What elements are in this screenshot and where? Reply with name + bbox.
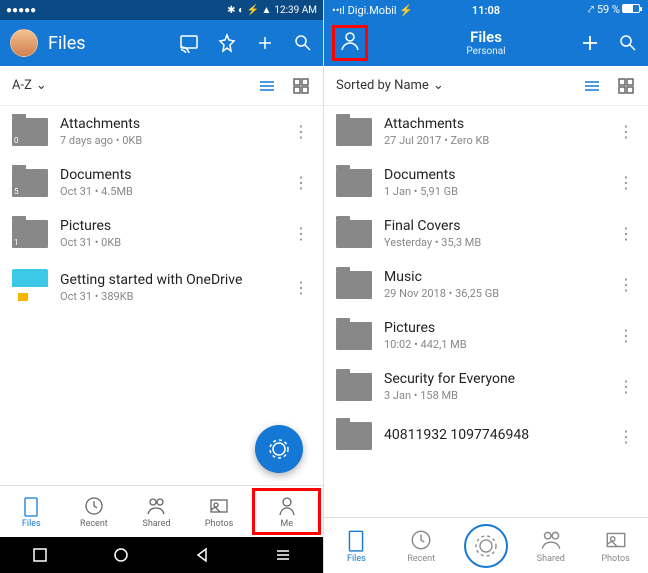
list-item[interactable]: Documents 1 Jan • 5,91 GB ⋮ <box>324 157 648 208</box>
item-name: Final Covers <box>384 218 604 234</box>
item-meta: 10:02 • 442,1 MB <box>384 338 604 351</box>
folder-icon <box>336 118 372 146</box>
list-item[interactable]: Final Covers Yesterday • 35,3 MB ⋮ <box>324 208 648 259</box>
tab-shared[interactable]: Shared <box>518 528 583 564</box>
list-item[interactable]: Pictures 10:02 • 442,1 MB ⋮ <box>324 310 648 361</box>
grid-view-icon[interactable] <box>616 76 636 96</box>
more-icon[interactable]: ⋮ <box>616 377 636 396</box>
scan-fab[interactable] <box>255 425 303 473</box>
item-meta: 7 days ago • 0KB <box>60 134 279 147</box>
app-header: Files Personal <box>324 20 648 66</box>
tab-recent[interactable]: Recent <box>389 528 454 564</box>
android-nav-bar <box>0 537 323 573</box>
item-name: Attachments <box>384 116 604 132</box>
folder-icon: 5 <box>12 169 48 197</box>
folder-icon: 0 <box>12 118 48 146</box>
android-status-bar: ●●●●● ✱ ◐ ⚡ ▲ 12:39 AM <box>0 0 323 20</box>
chevron-down-icon: ⌄ <box>36 78 47 93</box>
list-item[interactable]: Getting started with OneDrive Oct 31 • 38… <box>0 259 323 315</box>
item-name: Security for Everyone <box>384 371 604 387</box>
sort-button[interactable]: A-Z ⌄ <box>12 78 47 93</box>
list-view-icon[interactable] <box>582 76 602 96</box>
more-icon[interactable]: ⋮ <box>616 275 636 294</box>
item-meta: Oct 31 • 4.5MB <box>60 185 279 198</box>
item-meta: 3 Jan • 158 MB <box>384 389 604 402</box>
tab-photos[interactable]: Photos <box>583 528 648 564</box>
list-item[interactable]: 5 Documents Oct 31 • 4.5MB ⋮ <box>0 157 323 208</box>
item-name: Attachments <box>60 116 279 132</box>
item-name: Getting started with OneDrive <box>60 272 279 288</box>
tab-bar: FilesRecent SharedPhotos <box>324 517 648 573</box>
premium-icon[interactable] <box>217 33 237 53</box>
android-screen: ●●●●● ✱ ◐ ⚡ ▲ 12:39 AM Files A-Z ⌄ 0 Atta… <box>0 0 324 573</box>
list-item[interactable]: 1 Pictures Oct 31 • 0KB ⋮ <box>0 208 323 259</box>
menu-icon[interactable] <box>275 547 291 563</box>
item-name: Pictures <box>60 218 279 234</box>
add-icon[interactable] <box>255 33 275 53</box>
list-item[interactable]: 40811932 1097746948 ⋮ <box>324 412 648 460</box>
tab-recent[interactable]: Recent <box>63 486 126 537</box>
item-name: Pictures <box>384 320 604 336</box>
folder-icon <box>336 322 372 350</box>
item-meta: 1 Jan • 5,91 GB <box>384 185 604 198</box>
tab-me[interactable]: Me <box>252 488 321 535</box>
folder-icon <box>336 169 372 197</box>
ios-status-bar: ••ıl Digi.Mobil ⚡ 11:08 ⤤ 59 % <box>324 0 648 20</box>
tab-bar: FilesRecentSharedPhotosMe <box>0 485 323 537</box>
tab-files[interactable]: Files <box>324 528 389 564</box>
more-icon[interactable]: ⋮ <box>616 122 636 141</box>
item-meta: 27 Jul 2017 • Zero KB <box>384 134 604 147</box>
back-icon[interactable] <box>194 547 210 563</box>
more-icon[interactable]: ⋮ <box>291 122 311 141</box>
scan-fab[interactable] <box>464 524 508 568</box>
sort-bar: A-Z ⌄ <box>0 66 323 106</box>
recent-apps-icon[interactable] <box>32 547 48 563</box>
add-icon[interactable] <box>580 33 600 53</box>
home-icon[interactable] <box>113 547 129 563</box>
more-icon[interactable]: ⋮ <box>616 427 636 446</box>
avatar[interactable] <box>10 29 38 57</box>
list-item[interactable]: Security for Everyone 3 Jan • 158 MB ⋮ <box>324 361 648 412</box>
page-title: Files <box>48 33 169 54</box>
item-meta: Oct 31 • 389KB <box>60 290 279 303</box>
app-header: Files <box>0 20 323 66</box>
ios-screen: ••ıl Digi.Mobil ⚡ 11:08 ⤤ 59 % Files Per… <box>324 0 648 573</box>
more-icon[interactable]: ⋮ <box>291 278 311 297</box>
list-item[interactable]: 0 Attachments 7 days ago • 0KB ⋮ <box>0 106 323 157</box>
search-icon[interactable] <box>293 33 313 53</box>
folder-icon <box>336 373 372 401</box>
sort-button[interactable]: Sorted by Name ⌄ <box>336 78 444 93</box>
list-item[interactable]: Music 29 Nov 2018 • 36,25 GB ⋮ <box>324 259 648 310</box>
folder-icon <box>336 271 372 299</box>
item-name: Documents <box>384 167 604 183</box>
file-thumb-icon <box>12 269 48 305</box>
sort-bar: Sorted by Name ⌄ <box>324 66 648 106</box>
file-list: Attachments27 Jul 2017 • Zero KB⋮Documen… <box>324 106 648 517</box>
more-icon[interactable]: ⋮ <box>616 326 636 345</box>
more-icon[interactable]: ⋮ <box>291 224 311 243</box>
item-name: Documents <box>60 167 279 183</box>
folder-icon <box>336 220 372 248</box>
more-icon[interactable]: ⋮ <box>616 224 636 243</box>
item-meta: Oct 31 • 0KB <box>60 236 279 249</box>
profile-button[interactable] <box>332 25 368 61</box>
list-item[interactable]: Attachments 27 Jul 2017 • Zero KB ⋮ <box>324 106 648 157</box>
item-name: Music <box>384 269 604 285</box>
more-icon[interactable]: ⋮ <box>291 173 311 192</box>
tab-files[interactable]: Files <box>0 486 63 537</box>
item-name: 40811932 1097746948 <box>384 427 604 443</box>
chevron-down-icon: ⌄ <box>433 78 444 93</box>
search-icon[interactable] <box>618 33 638 53</box>
item-meta: Yesterday • 35,3 MB <box>384 236 604 249</box>
tab-photos[interactable]: Photos <box>188 486 251 537</box>
list-view-icon[interactable] <box>257 76 277 96</box>
cast-icon[interactable] <box>179 33 199 53</box>
page-title: Files Personal <box>466 28 505 58</box>
tab-shared[interactable]: Shared <box>125 486 188 537</box>
folder-icon: 1 <box>12 220 48 248</box>
more-icon[interactable]: ⋮ <box>616 173 636 192</box>
item-meta: 29 Nov 2018 • 36,25 GB <box>384 287 604 300</box>
grid-view-icon[interactable] <box>291 76 311 96</box>
folder-icon <box>336 422 372 450</box>
